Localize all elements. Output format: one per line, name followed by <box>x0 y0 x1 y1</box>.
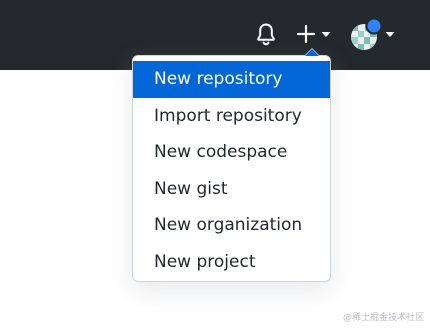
create-new-dropdown-menu: New repository Import repository New cod… <box>132 48 331 282</box>
menu-item-new-codespace[interactable]: New codespace <box>133 134 330 171</box>
menu-item-new-gist[interactable]: New gist <box>133 171 330 208</box>
watermark: @稀土掘金技术社区 <box>342 313 424 323</box>
menu-item-new-repository[interactable]: New repository <box>133 61 330 98</box>
menu-item-import-repository[interactable]: Import repository <box>133 98 330 135</box>
menu-item-new-organization[interactable]: New organization <box>133 207 330 244</box>
plus-icon <box>296 24 316 44</box>
caret-down-icon <box>321 32 331 37</box>
dropdown-caret-fill <box>305 49 319 56</box>
notifications-button[interactable] <box>254 20 278 48</box>
user-menu-button[interactable] <box>349 16 395 52</box>
caret-down-icon <box>385 32 395 37</box>
bell-icon <box>257 23 275 46</box>
create-new-button[interactable] <box>293 20 335 48</box>
menu-item-new-project[interactable]: New project <box>133 244 330 281</box>
avatar <box>351 17 383 50</box>
